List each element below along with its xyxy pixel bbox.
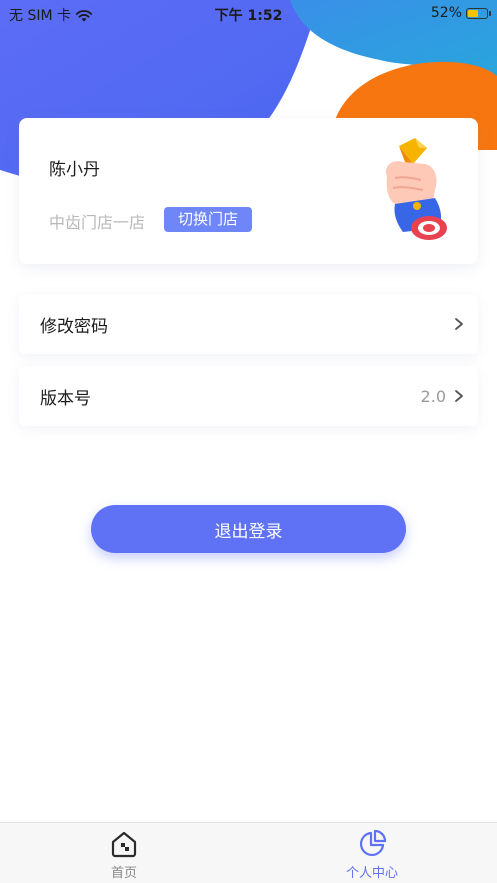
version-value: 2.0 xyxy=(420,386,446,406)
tab-home-label: 首页 xyxy=(110,866,137,881)
change-password-row[interactable]: 修改密码 xyxy=(19,294,478,354)
battery-icon xyxy=(466,7,491,19)
chevron-right-icon xyxy=(455,390,463,402)
change-password-right xyxy=(452,317,466,331)
tab-bar: 首页 个人中心 xyxy=(0,822,497,883)
switch-store-button[interactable]: 切换门店 xyxy=(164,207,253,232)
tab-profile-label: 个人中心 xyxy=(345,866,398,881)
battery-percent: 52% xyxy=(430,5,462,21)
tab-home[interactable]: 首页 xyxy=(64,823,184,883)
status-time: 下午 1:52 xyxy=(214,8,283,24)
version-label: 版本号 xyxy=(40,388,91,409)
pie-chart-icon xyxy=(359,829,387,857)
change-password-label: 修改密码 xyxy=(40,316,108,337)
trophy-hand-icon xyxy=(385,138,447,240)
home-icon xyxy=(111,831,137,858)
tab-profile[interactable]: 个人中心 xyxy=(312,823,432,883)
logout-button[interactable]: 退出登录 xyxy=(91,505,406,553)
status-bar: 无 SIM 卡 下午 1:52 52% xyxy=(0,0,497,26)
battery-fill xyxy=(468,9,479,17)
store-name: 中齿门店一店 xyxy=(49,213,146,232)
version-row[interactable]: 版本号 2.0 xyxy=(19,366,478,426)
chevron-right-icon xyxy=(455,318,463,330)
version-right: 2.0 xyxy=(421,387,466,406)
user-name: 陈小丹 xyxy=(49,160,100,180)
profile-card: 陈小丹 中齿门店一店 切换门店 xyxy=(19,118,478,264)
battery-group: 52% xyxy=(430,5,491,21)
